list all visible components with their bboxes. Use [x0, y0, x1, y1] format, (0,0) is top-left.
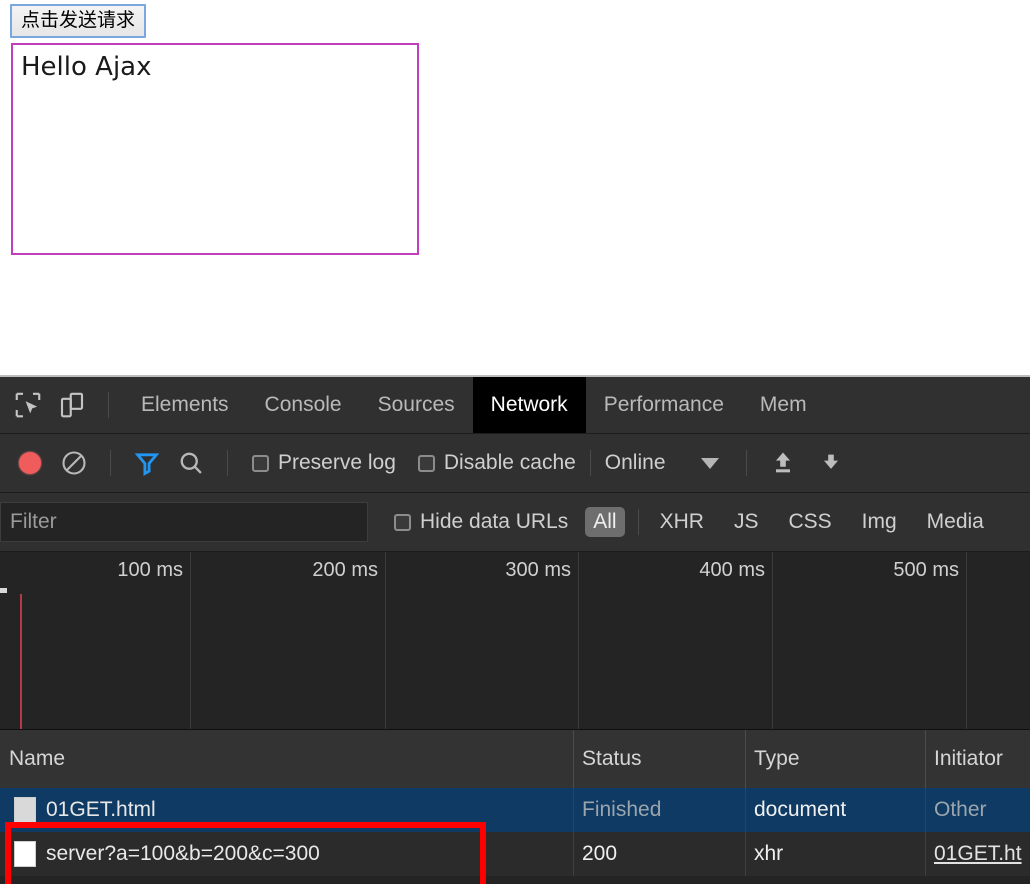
ajax-result-box: Hello Ajax: [11, 43, 419, 255]
devtools-tabs: Elements Console Sources Network Perform…: [123, 377, 825, 433]
hide-data-urls-label: Hide data URLs: [420, 510, 569, 533]
timeline-tick-label-3: 300 ms: [505, 559, 571, 581]
tab-console[interactable]: Console: [247, 377, 360, 433]
devtools-panel: Elements Console Sources Network Perform…: [0, 375, 1030, 884]
request-name: 01GET.html: [46, 798, 156, 821]
resource-type-filters: All XHR JS CSS Img Media: [578, 507, 999, 537]
request-type: xhr: [754, 842, 784, 865]
send-request-button[interactable]: 点击发送请求: [10, 4, 147, 38]
request-initiator[interactable]: 01GET.ht: [925, 832, 1022, 876]
timeline-gridline-2: [385, 552, 386, 729]
toolbar-divider-3: [227, 450, 228, 476]
request-name: server?a=100&b=200&c=300: [46, 842, 320, 865]
timeline-tick-label-2: 200 ms: [312, 559, 378, 581]
tab-performance[interactable]: Performance: [586, 377, 742, 433]
type-filter-media[interactable]: Media: [919, 507, 992, 537]
dom-content-loaded-marker: [20, 594, 22, 729]
tab-memory[interactable]: Mem: [742, 377, 825, 433]
type-filter-all[interactable]: All: [585, 507, 625, 537]
throttling-value[interactable]: Online: [605, 451, 666, 475]
toolbar-divider-2: [110, 450, 111, 476]
column-header-status[interactable]: Status: [573, 730, 642, 788]
device-toolbar-icon[interactable]: [50, 383, 94, 427]
toolbar-divider-4: [589, 450, 591, 476]
clear-icon[interactable]: [52, 441, 96, 485]
inspect-element-icon[interactable]: [6, 383, 50, 427]
column-header-name[interactable]: Name: [0, 730, 65, 788]
type-filter-js[interactable]: JS: [726, 507, 767, 537]
preserve-log-label: Preserve log: [278, 451, 396, 474]
tab-elements[interactable]: Elements: [123, 377, 247, 433]
disable-cache-label: Disable cache: [443, 451, 576, 474]
request-status: Finished: [582, 798, 662, 821]
chevron-down-icon[interactable]: [688, 457, 732, 469]
request-status: 200: [582, 842, 618, 865]
filter-icon[interactable]: [125, 441, 169, 485]
preserve-log-box: [252, 454, 269, 472]
search-icon[interactable]: [169, 441, 213, 485]
document-icon: [14, 841, 36, 867]
disable-cache-checkbox[interactable]: Disable cache: [417, 451, 576, 475]
table-row[interactable]: server?a=100&b=200&c=300 200 xhr 01GET.h…: [0, 832, 1030, 876]
timeline-gridline-5: [966, 552, 967, 729]
import-har-icon[interactable]: [761, 441, 805, 485]
devtools-tabstrip: Elements Console Sources Network Perform…: [0, 377, 1030, 434]
hide-data-urls-checkbox[interactable]: Hide data URLs: [394, 510, 568, 534]
type-filter-divider: [637, 509, 639, 535]
timeline-gridline-4: [772, 552, 773, 729]
record-icon[interactable]: [8, 441, 52, 485]
request-type: document: [754, 798, 847, 821]
tab-network[interactable]: Network: [472, 377, 586, 433]
timeline-gridline-3: [578, 552, 579, 729]
toolbar-divider: [108, 392, 109, 418]
disable-cache-box: [417, 454, 435, 472]
dom-content-loaded-dot: [0, 588, 7, 593]
document-icon: [14, 797, 36, 823]
type-filter-css[interactable]: CSS: [780, 507, 839, 537]
screenshot-root: 点击发送请求 Hello Ajax Elements Console Sourc…: [0, 0, 1030, 884]
timeline-gridline-1: [190, 552, 191, 729]
table-row[interactable]: 01GET.html Finished document Other: [0, 788, 1030, 832]
record-dot: [19, 452, 41, 474]
preserve-log-checkbox[interactable]: Preserve log: [252, 451, 396, 475]
network-control-toolbar: Preserve log Disable cache Online: [0, 434, 1030, 493]
network-filter-bar: Hide data URLs All XHR JS CSS Img Media: [0, 493, 1030, 552]
hide-data-urls-box: [394, 513, 411, 531]
export-har-icon[interactable]: [809, 441, 853, 485]
request-initiator: Other: [934, 798, 987, 821]
column-header-initiator[interactable]: Initiator: [925, 730, 1003, 788]
toolbar-divider-5: [745, 450, 747, 476]
tab-sources[interactable]: Sources: [360, 377, 473, 433]
timeline-tick-label-5: 500 ms: [893, 559, 959, 581]
filter-input[interactable]: [0, 502, 368, 542]
column-header-type[interactable]: Type: [745, 730, 800, 788]
ajax-result-text: Hello Ajax: [21, 52, 152, 82]
web-page-area: 点击发送请求 Hello Ajax: [0, 0, 1030, 375]
type-filter-img[interactable]: Img: [854, 507, 905, 537]
timeline-tick-label-4: 400 ms: [699, 559, 765, 581]
type-filter-xhr[interactable]: XHR: [652, 507, 712, 537]
timeline-tick-label-1: 100 ms: [117, 559, 183, 581]
network-timeline-overview[interactable]: 100 ms 200 ms 300 ms 400 ms 500 ms: [0, 552, 1030, 730]
network-request-table: Name Status Type Initiator 01GET.html Fi…: [0, 730, 1030, 884]
table-header-row: Name Status Type Initiator: [0, 730, 1030, 789]
